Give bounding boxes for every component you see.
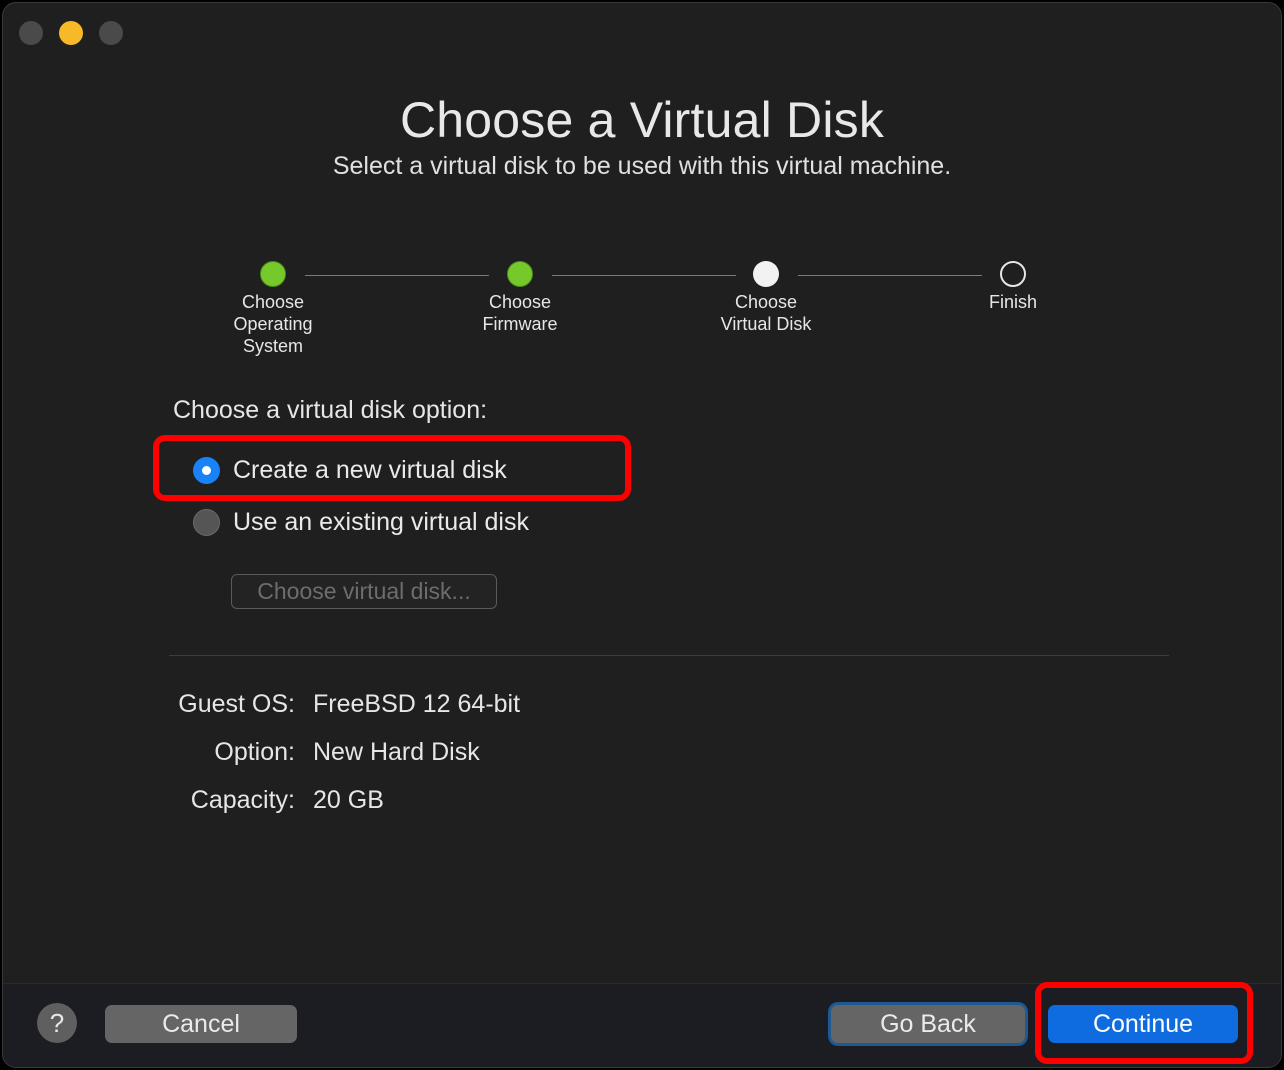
step-complete-icon xyxy=(260,261,286,287)
go-back-button[interactable]: Go Back xyxy=(831,1005,1025,1043)
step-finish: Finish xyxy=(923,261,1103,313)
step-label: Choose Virtual Disk xyxy=(720,292,812,334)
summary-key: Capacity: xyxy=(190,786,295,814)
wizard-window: Choose a Virtual Disk Select a virtual d… xyxy=(2,2,1282,1068)
summary-value: New Hard Disk xyxy=(313,738,480,766)
cancel-button[interactable]: Cancel xyxy=(105,1005,297,1043)
window-controls xyxy=(19,21,123,45)
step-complete-icon xyxy=(507,261,533,287)
page-subtitle: Select a virtual disk to be used with th… xyxy=(332,152,952,180)
radio-selected-icon[interactable] xyxy=(193,457,220,484)
step-label: Choose Firmware xyxy=(482,292,558,334)
continue-button[interactable]: Continue xyxy=(1048,1005,1238,1043)
step-label: Choose Operating System xyxy=(233,292,313,356)
summary-value: FreeBSD 12 64-bit xyxy=(313,690,521,718)
page-title: Choose a Virtual Disk xyxy=(399,92,885,148)
summary-value: 20 GB xyxy=(313,786,384,814)
step-current-icon xyxy=(753,261,779,287)
step-label: Finish xyxy=(988,292,1037,312)
help-button[interactable]: ? xyxy=(37,1003,77,1043)
minimize-window-button[interactable] xyxy=(59,21,83,45)
radio-create-new-disk[interactable]: Create a new virtual disk xyxy=(193,456,507,485)
summary-key: Option: xyxy=(214,738,295,766)
radio-unselected-icon[interactable] xyxy=(193,509,220,536)
step-operating-system: Choose Operating System xyxy=(183,261,363,357)
zoom-window-button[interactable] xyxy=(99,21,123,45)
radio-label: Use an existing virtual disk xyxy=(233,508,529,536)
disk-option-label: Choose a virtual disk option: xyxy=(173,396,488,424)
radio-label: Create a new virtual disk xyxy=(233,456,507,484)
wizard-progress: Choose Operating System Choose Firmware … xyxy=(3,261,1281,371)
step-virtual-disk: Choose Virtual Disk xyxy=(676,261,856,335)
close-window-button[interactable] xyxy=(19,21,43,45)
choose-virtual-disk-button[interactable]: Choose virtual disk... xyxy=(231,574,497,609)
summary-key: Guest OS: xyxy=(178,690,295,718)
step-firmware: Choose Firmware xyxy=(430,261,610,335)
radio-use-existing-disk[interactable]: Use an existing virtual disk xyxy=(193,508,529,537)
step-pending-icon xyxy=(1000,261,1026,287)
divider xyxy=(169,655,1169,656)
